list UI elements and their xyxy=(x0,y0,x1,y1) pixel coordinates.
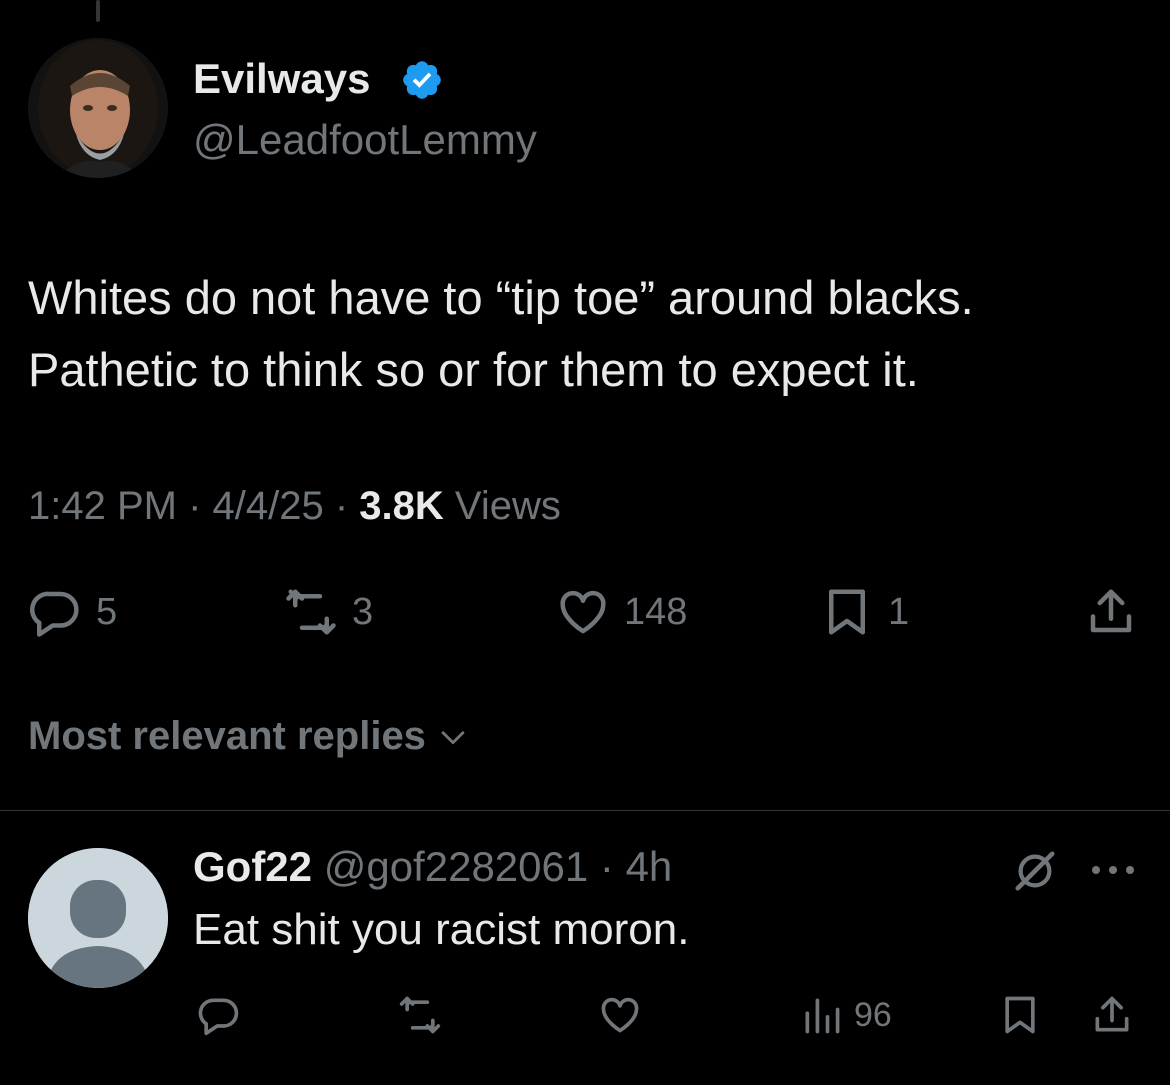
reply-repost-button[interactable] xyxy=(398,990,442,1040)
bookmark-button[interactable]: 1 xyxy=(820,580,909,644)
reply-icon xyxy=(29,591,79,637)
like-button[interactable]: 148 xyxy=(556,580,687,644)
like-count: 148 xyxy=(624,590,688,633)
author-display-name[interactable]: Evilways xyxy=(193,55,370,103)
thread-connector xyxy=(96,0,100,22)
divider xyxy=(0,810,1170,811)
reply-author-avatar[interactable] xyxy=(28,848,168,988)
reply-views-button[interactable]: 96 xyxy=(800,990,892,1040)
bookmark-icon xyxy=(1005,996,1035,1034)
more-icon[interactable] xyxy=(1088,858,1138,882)
reply-action-bar: 96 xyxy=(0,990,1170,1040)
repost-icon xyxy=(286,589,336,635)
tweet-text: Whites do not have to “tip toe” around b… xyxy=(28,262,1148,406)
author-avatar[interactable] xyxy=(28,38,168,178)
chevron-down-icon xyxy=(441,730,465,744)
reply-like-button[interactable] xyxy=(598,990,642,1040)
grok-icon[interactable] xyxy=(1012,848,1058,894)
tweet-text-line: Pathetic to think so or for them to expe… xyxy=(28,343,919,396)
meta-separator: · xyxy=(176,484,213,528)
reply-icon xyxy=(198,998,239,1036)
tweet-time[interactable]: 1:42 PM xyxy=(28,484,177,528)
like-icon xyxy=(601,997,639,1033)
reply-share-button[interactable] xyxy=(1090,990,1134,1040)
reply-text: Eat shit you racist moron. xyxy=(193,905,690,954)
replies-sort-dropdown[interactable]: Most relevant replies xyxy=(28,714,470,759)
repost-count: 3 xyxy=(352,590,374,633)
reply-header: Gof22 @gof2282061 · 4h xyxy=(193,843,672,891)
bookmark-count: 1 xyxy=(888,590,910,633)
meta-separator: · xyxy=(323,484,360,528)
verified-badge-icon xyxy=(403,61,441,99)
tweet-date[interactable]: 4/4/25 xyxy=(213,484,324,528)
repost-button[interactable]: 3 xyxy=(284,580,373,644)
share-icon xyxy=(1090,589,1132,633)
like-icon xyxy=(560,590,606,634)
bookmark-icon xyxy=(829,589,865,635)
tweet-action-bar: 5 3 148 1 xyxy=(0,580,1170,644)
share-button[interactable] xyxy=(1084,580,1138,644)
share-icon xyxy=(1095,996,1129,1032)
reply-author-handle[interactable]: @gof2282061 xyxy=(312,843,589,890)
reply-button[interactable]: 5 xyxy=(28,580,117,644)
tweet-text-line: Whites do not have to “tip toe” around b… xyxy=(28,271,974,324)
tweet-meta: 1:42 PM · 4/4/25 · 3.8K Views xyxy=(28,484,561,529)
views-icon xyxy=(805,998,840,1034)
reply-bookmark-button[interactable] xyxy=(998,990,1042,1040)
views-count: 3.8K xyxy=(359,484,444,528)
reply-age[interactable]: 4h xyxy=(626,843,673,890)
author-handle[interactable]: @LeadfootLemmy xyxy=(193,116,537,164)
reply-reply-button[interactable] xyxy=(197,990,241,1040)
views-label: Views xyxy=(443,484,561,528)
reply-views-count: 96 xyxy=(854,995,892,1034)
repost-icon xyxy=(399,996,441,1034)
replies-sort-label: Most relevant replies xyxy=(28,714,426,758)
reply-count: 5 xyxy=(96,590,118,633)
reply-author-name[interactable]: Gof22 xyxy=(193,843,312,890)
meta-separator: · xyxy=(588,843,626,890)
